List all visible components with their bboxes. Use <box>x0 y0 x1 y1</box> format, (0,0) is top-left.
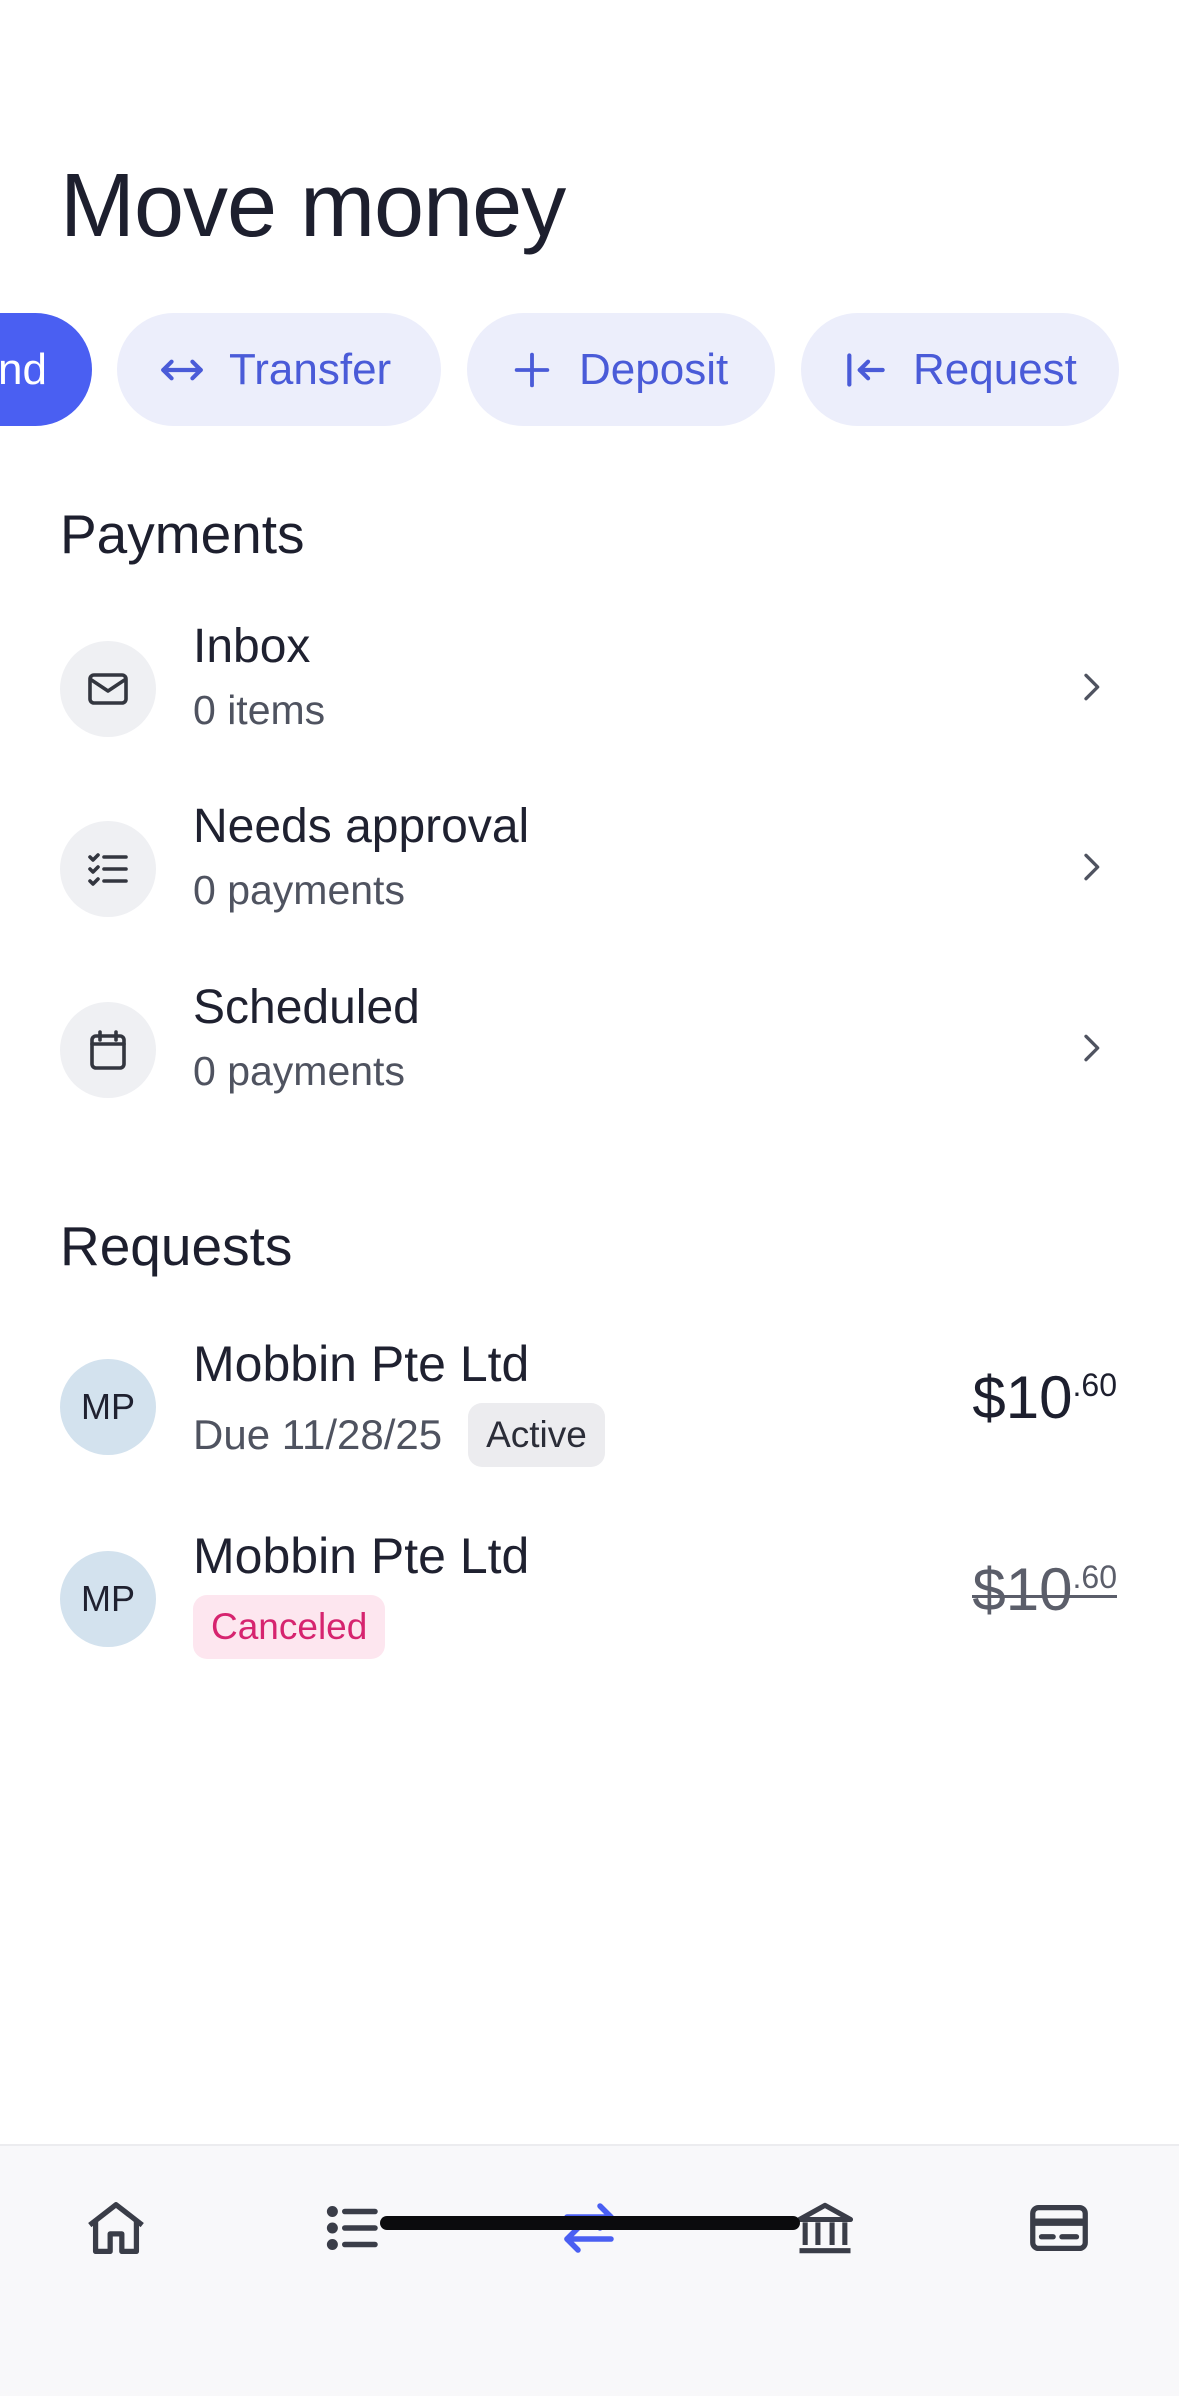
request-row-active[interactable]: MP Mobbin Pte Ltd Due 11/28/25 Active $1… <box>0 1335 1179 1495</box>
bank-icon <box>796 2202 854 2254</box>
tab-bar <box>0 2144 1179 2396</box>
send-button[interactable]: Send <box>0 313 92 426</box>
amount-cents: .60 <box>1072 1559 1117 1595</box>
calendar-icon <box>60 1002 156 1098</box>
transfer-label: Transfer <box>229 344 392 394</box>
list-icon <box>326 2206 378 2250</box>
payments-row-needs-approval[interactable]: Needs approval 0 payments <box>0 795 1179 945</box>
checklist-icon <box>60 821 156 917</box>
chevron-right-icon <box>1071 1028 1111 1068</box>
send-label: Send <box>0 344 47 394</box>
home-indicator <box>380 2216 800 2230</box>
payments-row-scheduled[interactable]: Scheduled 0 payments <box>0 976 1179 1126</box>
page-title: Move money <box>60 156 566 256</box>
scheduled-subtitle: 0 payments <box>193 1048 405 1094</box>
avatar: MP <box>60 1551 156 1647</box>
request-amount: $10 .60 <box>972 1363 1117 1432</box>
scheduled-title: Scheduled <box>193 981 420 1034</box>
status-badge: Active <box>468 1403 605 1467</box>
tab-activity[interactable] <box>313 2188 393 2268</box>
arrow-left-bar-icon <box>841 345 891 395</box>
needs-approval-title: Needs approval <box>193 800 530 853</box>
status-badge: Canceled <box>193 1595 386 1659</box>
amount-whole: $10 <box>972 1364 1073 1431</box>
needs-approval-subtitle: 0 payments <box>193 867 405 913</box>
action-pills[interactable]: Send Transfer Deposit Request <box>0 313 1179 426</box>
plus-icon <box>507 345 557 395</box>
payments-heading: Payments <box>60 503 305 565</box>
mail-icon <box>60 641 156 737</box>
request-label: Request <box>913 344 1077 394</box>
request-amount: $10 .60 <box>972 1555 1117 1624</box>
request-name: Mobbin Pte Ltd <box>193 1528 530 1584</box>
home-icon <box>88 2202 144 2254</box>
tab-home[interactable] <box>76 2188 156 2268</box>
deposit-button[interactable]: Deposit <box>467 313 775 426</box>
chevron-right-icon <box>1071 847 1111 887</box>
request-row-canceled[interactable]: MP Mobbin Pte Ltd Canceled $10 .60 <box>0 1527 1179 1687</box>
request-name: Mobbin Pte Ltd <box>193 1336 530 1392</box>
amount-whole: $10 <box>972 1556 1073 1623</box>
chevron-right-icon <box>1071 667 1111 707</box>
arrows-horizontal-icon <box>157 345 207 395</box>
inbox-subtitle: 0 items <box>193 687 326 733</box>
request-button[interactable]: Request <box>801 313 1119 426</box>
transfer-button[interactable]: Transfer <box>117 313 441 426</box>
card-icon <box>1030 2204 1088 2252</box>
amount-cents: .60 <box>1072 1367 1117 1403</box>
requests-heading: Requests <box>60 1215 293 1277</box>
tab-cards[interactable] <box>1019 2188 1099 2268</box>
inbox-title: Inbox <box>193 620 311 673</box>
payments-row-inbox[interactable]: Inbox 0 items <box>0 615 1179 765</box>
request-due-date: Due 11/28/25 <box>193 1411 443 1458</box>
deposit-label: Deposit <box>579 344 729 394</box>
avatar: MP <box>60 1359 156 1455</box>
